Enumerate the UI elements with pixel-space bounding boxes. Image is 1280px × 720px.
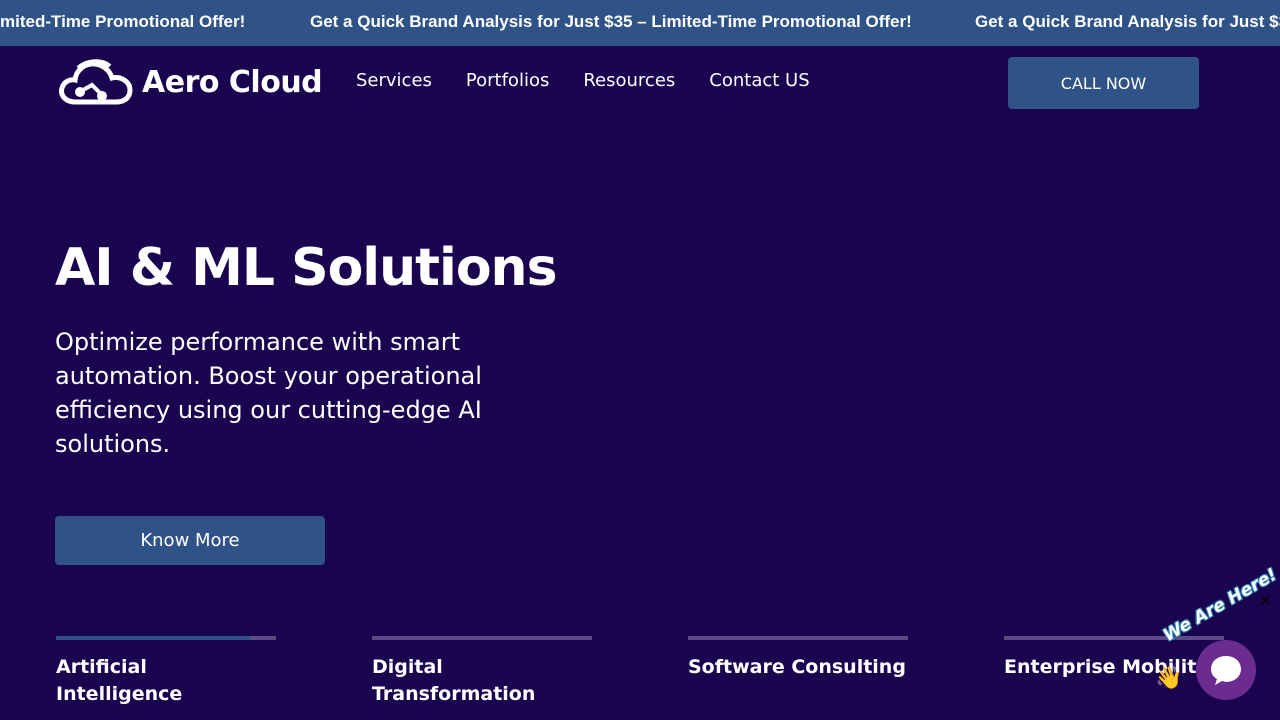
tab-label: Software Consulting xyxy=(688,656,906,678)
tab-progress-bar xyxy=(56,636,276,640)
cloud-logo-icon xyxy=(59,59,133,105)
brand-name: Aero Cloud xyxy=(142,64,323,100)
tab-progress-bar xyxy=(372,636,592,640)
tab-label: Digital Transformation xyxy=(372,656,536,705)
tab-software-consulting[interactable]: Software Consulting xyxy=(688,636,908,681)
ticker-message: Get a Quick Brand Analysis for Just $35 … xyxy=(310,12,912,31)
hero-title: AI & ML Solutions xyxy=(55,238,558,298)
nav-services[interactable]: Services xyxy=(356,70,432,91)
promo-ticker: mited-Time Promotional Offer! Get a Quic… xyxy=(0,0,1280,46)
chat-bubble-icon xyxy=(1211,656,1241,685)
ticker-message: Get a Quick Brand Analysis for Just $3 xyxy=(975,12,1280,31)
call-now-button[interactable]: CALL NOW xyxy=(1008,57,1199,109)
brand-logo[interactable]: Aero Cloud xyxy=(58,58,323,106)
chat-button[interactable] xyxy=(1196,640,1256,700)
hero-subtitle: Optimize performance with smart automati… xyxy=(55,328,482,458)
ticker-message: mited-Time Promotional Offer! xyxy=(0,12,246,31)
nav-portfolios[interactable]: Portfolios xyxy=(466,70,549,91)
main-nav: Services Portfolios Resources Contact US xyxy=(356,70,810,91)
waving-hand-icon: 👋 xyxy=(1155,666,1183,691)
tab-label: Enterprise Mobility xyxy=(1004,656,1209,678)
know-more-button[interactable]: Know More xyxy=(55,516,325,565)
tab-artificial-intelligence[interactable]: Artificial Intelligence xyxy=(56,636,276,708)
tab-enterprise-mobility[interactable]: Enterprise Mobility xyxy=(1004,636,1224,681)
tab-progress-bar xyxy=(688,636,908,640)
tab-digital-transformation[interactable]: Digital Transformation xyxy=(372,636,592,708)
tab-progress-fill xyxy=(56,636,250,640)
close-icon[interactable]: ✕ xyxy=(1259,593,1275,609)
nav-contact[interactable]: Contact US xyxy=(709,70,809,91)
nav-resources[interactable]: Resources xyxy=(583,70,675,91)
tab-progress-bar xyxy=(1004,636,1224,640)
tab-label: Artificial Intelligence xyxy=(56,656,183,705)
